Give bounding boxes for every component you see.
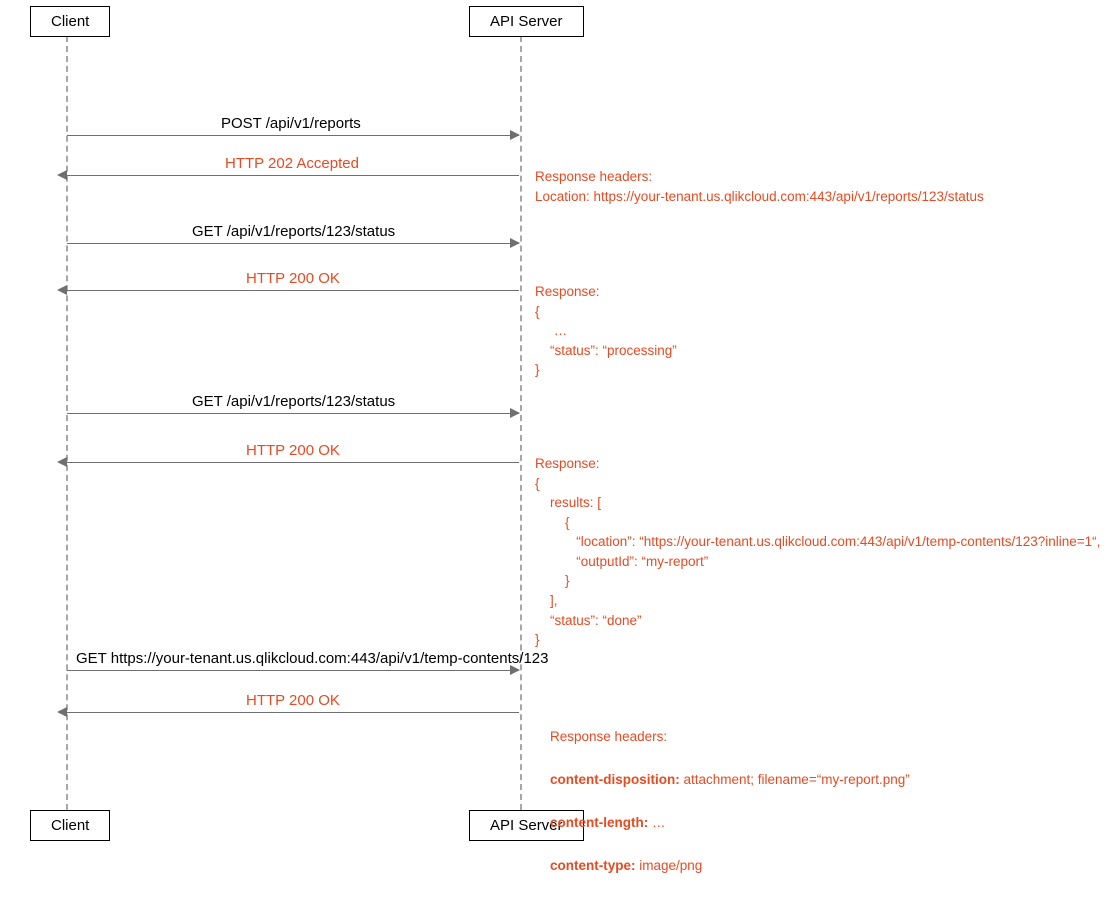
note-m4-l4b: image/png: [639, 858, 702, 873]
arrow-m2-resp: [67, 290, 519, 291]
arrow-m4-req: [67, 670, 519, 671]
note-m4-l2b: attachment; filename=“my-report.png”: [684, 772, 910, 787]
label-m3-req: GET /api/v1/reports/123/status: [192, 393, 395, 410]
label-m1-req: POST /api/v1/reports: [221, 115, 361, 132]
note-m1: Response headers: Location: https://your…: [535, 167, 984, 206]
note-m4-l4a: content-type:: [550, 858, 639, 873]
arrow-m1-req: [67, 135, 519, 136]
note-m4-l2a: content-disposition:: [550, 772, 683, 787]
arrowhead-m3-resp: [57, 457, 67, 467]
arrow-m2-req: [67, 243, 519, 244]
label-m2-req: GET /api/v1/reports/123/status: [192, 223, 395, 240]
arrowhead-m3-req: [510, 408, 520, 418]
actor-server-top: API Server: [469, 6, 584, 37]
arrow-m3-req: [67, 413, 519, 414]
arrowhead-m4-resp: [57, 707, 67, 717]
label-m3-resp: HTTP 200 OK: [246, 442, 340, 459]
arrow-m3-resp: [67, 462, 519, 463]
sequence-diagram: Client API Server Client API Server POST…: [0, 0, 1109, 853]
client-lifeline: [66, 36, 68, 810]
note-m4-l3a: content-length:: [550, 815, 652, 830]
label-m4-resp: HTTP 200 OK: [246, 692, 340, 709]
server-lifeline: [520, 36, 522, 810]
note-m3: Response: { results: [ { “location”: “ht…: [535, 454, 1100, 650]
arrow-m1-resp: [67, 175, 519, 176]
label-m2-resp: HTTP 200 OK: [246, 270, 340, 287]
note-m4-l1: Response headers:: [550, 729, 667, 744]
arrow-m4-resp: [67, 712, 519, 713]
note-m4: Response headers: content-disposition: a…: [535, 704, 910, 898]
note-m4-l3b: …: [652, 815, 666, 830]
actor-client-top: Client: [30, 6, 110, 37]
arrowhead-m1-req: [510, 130, 520, 140]
arrowhead-m1-resp: [57, 170, 67, 180]
label-m4-req: GET https://your-tenant.us.qlikcloud.com…: [76, 650, 548, 667]
actor-client-bottom: Client: [30, 810, 110, 841]
label-m1-resp: HTTP 202 Accepted: [225, 155, 359, 172]
arrowhead-m2-resp: [57, 285, 67, 295]
arrowhead-m2-req: [510, 238, 520, 248]
note-m2: Response: { … “status”: “processing” }: [535, 282, 677, 380]
